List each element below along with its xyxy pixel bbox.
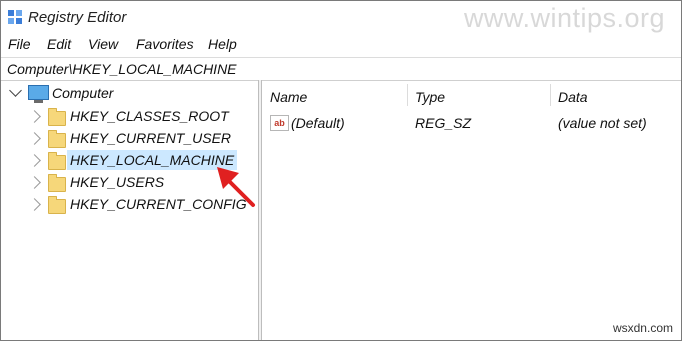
value-name: (Default) [291, 115, 345, 131]
registry-editor-window: Registry Editor www.wintips.org File Edi… [0, 0, 682, 341]
folder-icon [48, 196, 66, 214]
chevron-right-icon[interactable] [28, 176, 41, 189]
watermark-text: www.wintips.org [463, 3, 665, 33]
address-bar[interactable]: Computer\HKEY_LOCAL_MACHINE [1, 57, 681, 81]
tree-item-computer[interactable]: Computer [1, 83, 258, 105]
registry-editor-icon [8, 10, 22, 24]
folder-icon [48, 174, 66, 192]
window-title: Registry Editor [28, 9, 127, 26]
tree-label: HKEY_USERS [70, 174, 165, 190]
tree-label-computer: Computer [52, 85, 114, 101]
menu-help[interactable]: Help [208, 36, 237, 52]
column-label: Name [270, 89, 308, 105]
computer-icon [28, 85, 49, 103]
menu-view[interactable]: View [88, 36, 118, 52]
folder-icon [48, 130, 66, 148]
menu-bar: File Edit View Favorites Help [1, 34, 681, 56]
column-header-name[interactable]: Name [262, 80, 407, 110]
folder-icon [48, 108, 66, 126]
tree-label: HKEY_CLASSES_ROOT [70, 108, 229, 124]
chevron-right-icon[interactable] [28, 198, 41, 211]
menu-favorites[interactable]: Favorites [136, 36, 194, 52]
column-header-type[interactable]: Type [407, 80, 550, 110]
column-label: Type [415, 89, 446, 105]
title-bar: Registry Editor www.wintips.org [1, 1, 681, 34]
string-value-icon: ab [270, 115, 289, 131]
table-row[interactable]: ab (Default) REG_SZ (value not set) [262, 112, 681, 134]
address-path[interactable]: Computer\HKEY_LOCAL_MACHINE [7, 61, 237, 77]
tree-item-hkey-current-user[interactable]: HKEY_CURRENT_USER [1, 128, 258, 150]
value-data: (value not set) [558, 115, 647, 131]
value-type: REG_SZ [415, 115, 472, 131]
values-pane: Name Type Data ab (Default) REG_SZ (valu… [262, 80, 681, 340]
tree-item-hkey-classes-root[interactable]: HKEY_CLASSES_ROOT [1, 106, 258, 128]
chevron-right-icon[interactable] [28, 154, 41, 167]
chevron-down-icon[interactable] [9, 84, 22, 97]
footer-watermark: wsxdn.com [612, 321, 673, 335]
chevron-right-icon[interactable] [28, 132, 41, 145]
chevron-right-icon[interactable] [28, 110, 41, 123]
menu-file[interactable]: File [8, 36, 31, 52]
column-header-data[interactable]: Data [550, 80, 681, 110]
folder-icon [48, 152, 66, 170]
tree-label: HKEY_CURRENT_USER [70, 130, 232, 146]
annotation-arrow-icon [217, 167, 255, 207]
column-label: Data [558, 89, 588, 105]
menu-edit[interactable]: Edit [47, 36, 71, 52]
